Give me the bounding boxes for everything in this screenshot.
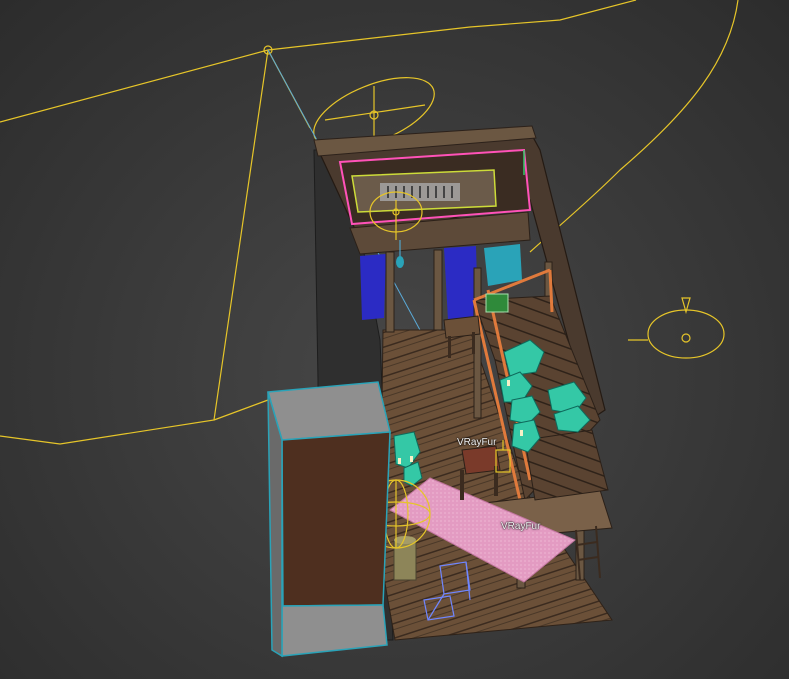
scene-canvas[interactable] [0, 0, 789, 679]
teal-tarp[interactable] [484, 244, 522, 286]
vrayfur-label-1[interactable]: VRayFur [457, 437, 496, 449]
green-poster[interactable] [485, 293, 509, 313]
3d-viewport[interactable]: VRayFur VRayFur [0, 0, 789, 679]
sign-board[interactable] [338, 148, 532, 226]
gray-box[interactable] [267, 381, 391, 658]
blue-tarp[interactable] [360, 254, 386, 320]
vrayfur-label-2[interactable]: VRayFur [501, 521, 540, 533]
sun-light-icon[interactable] [628, 297, 725, 359]
barrel[interactable] [393, 536, 417, 581]
blue-tarp-2[interactable] [444, 246, 478, 320]
